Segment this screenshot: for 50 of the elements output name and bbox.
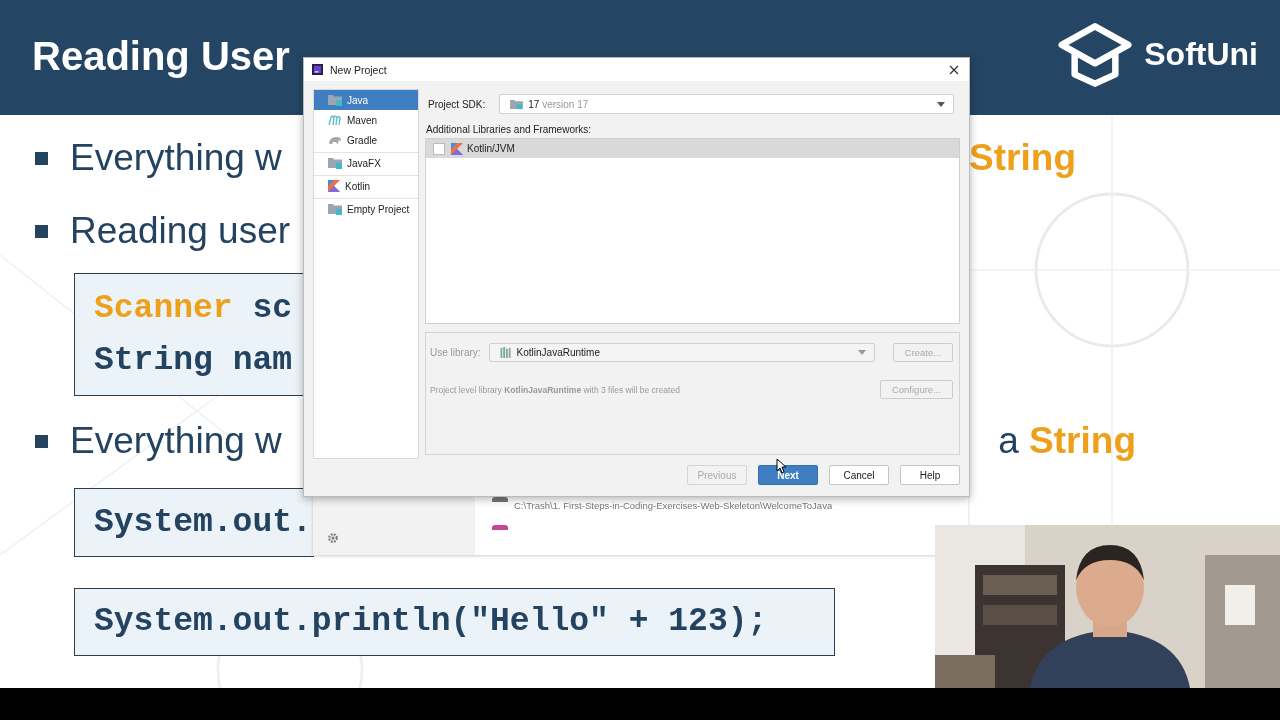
bullet-text: Reading user (70, 210, 291, 252)
dialog-title: New Project (330, 63, 387, 76)
bullet-icon (35, 151, 48, 165)
project-path: C:\Trash\1. First-Steps-in-Coding-Exercises-Web-Skeleton\WelcomeToJava (514, 500, 833, 511)
logo-text: SoftUni (1144, 36, 1258, 73)
slide-title: Reading User (32, 34, 290, 79)
project-type-item[interactable]: Gradle (314, 130, 418, 150)
project-type-item[interactable]: Empty Project (314, 199, 418, 219)
elephant-icon (328, 134, 342, 146)
code-line: Scanner sc (94, 289, 294, 328)
framework-row[interactable]: Kotlin/JVM (426, 139, 959, 158)
bullet-text: String (969, 137, 1077, 179)
folder-icon (510, 98, 524, 110)
dialog-button[interactable]: Help (900, 465, 960, 485)
app-icon (312, 64, 323, 75)
caret-icon (858, 350, 866, 355)
folder-icon (328, 203, 342, 215)
maven-icon (328, 114, 342, 126)
code-line: String nam (94, 341, 294, 380)
settings-icon[interactable] (327, 532, 339, 544)
project-type-item[interactable]: JavaFX (314, 153, 418, 173)
folder-icon (328, 94, 342, 106)
kotlin-icon (451, 142, 463, 155)
folder-icon (328, 157, 342, 169)
library-note: Project level library KotlinJavaRuntime with 3 files will be created (430, 384, 680, 395)
code-line: System.out.println("Hello" + 123); (94, 603, 769, 641)
graduation-cap-icon (1058, 21, 1133, 88)
field-label: Use library: (430, 347, 481, 358)
kotlin-icon (328, 180, 340, 192)
bullet-icon (35, 434, 48, 448)
code-line: System.out. (94, 503, 313, 542)
library-icon (499, 347, 512, 358)
dialog-button[interactable]: Next (758, 465, 818, 485)
bullet-icon (35, 224, 48, 238)
close-icon (949, 64, 959, 75)
checkbox[interactable] (433, 142, 445, 155)
project-icon (492, 497, 508, 502)
bullet-text: a String (998, 420, 1137, 462)
project-type-item[interactable]: Maven (314, 110, 418, 130)
bullet-text: Everything w (70, 137, 282, 179)
field-label: Project SDK: (428, 98, 486, 110)
sdk-dropdown[interactable]: 17 version 17 (499, 94, 954, 114)
project-type-item[interactable]: Kotlin (314, 176, 418, 196)
caret-icon (937, 101, 945, 107)
framework-label: Kotlin/JVM (467, 143, 515, 154)
section-label: Additional Libraries and Frameworks: (426, 124, 593, 135)
project-type-item[interactable]: Java (314, 90, 418, 110)
dialog-button[interactable]: Cancel (829, 465, 889, 485)
project-icon (492, 525, 508, 530)
bullet-text: Everything w (70, 420, 282, 462)
